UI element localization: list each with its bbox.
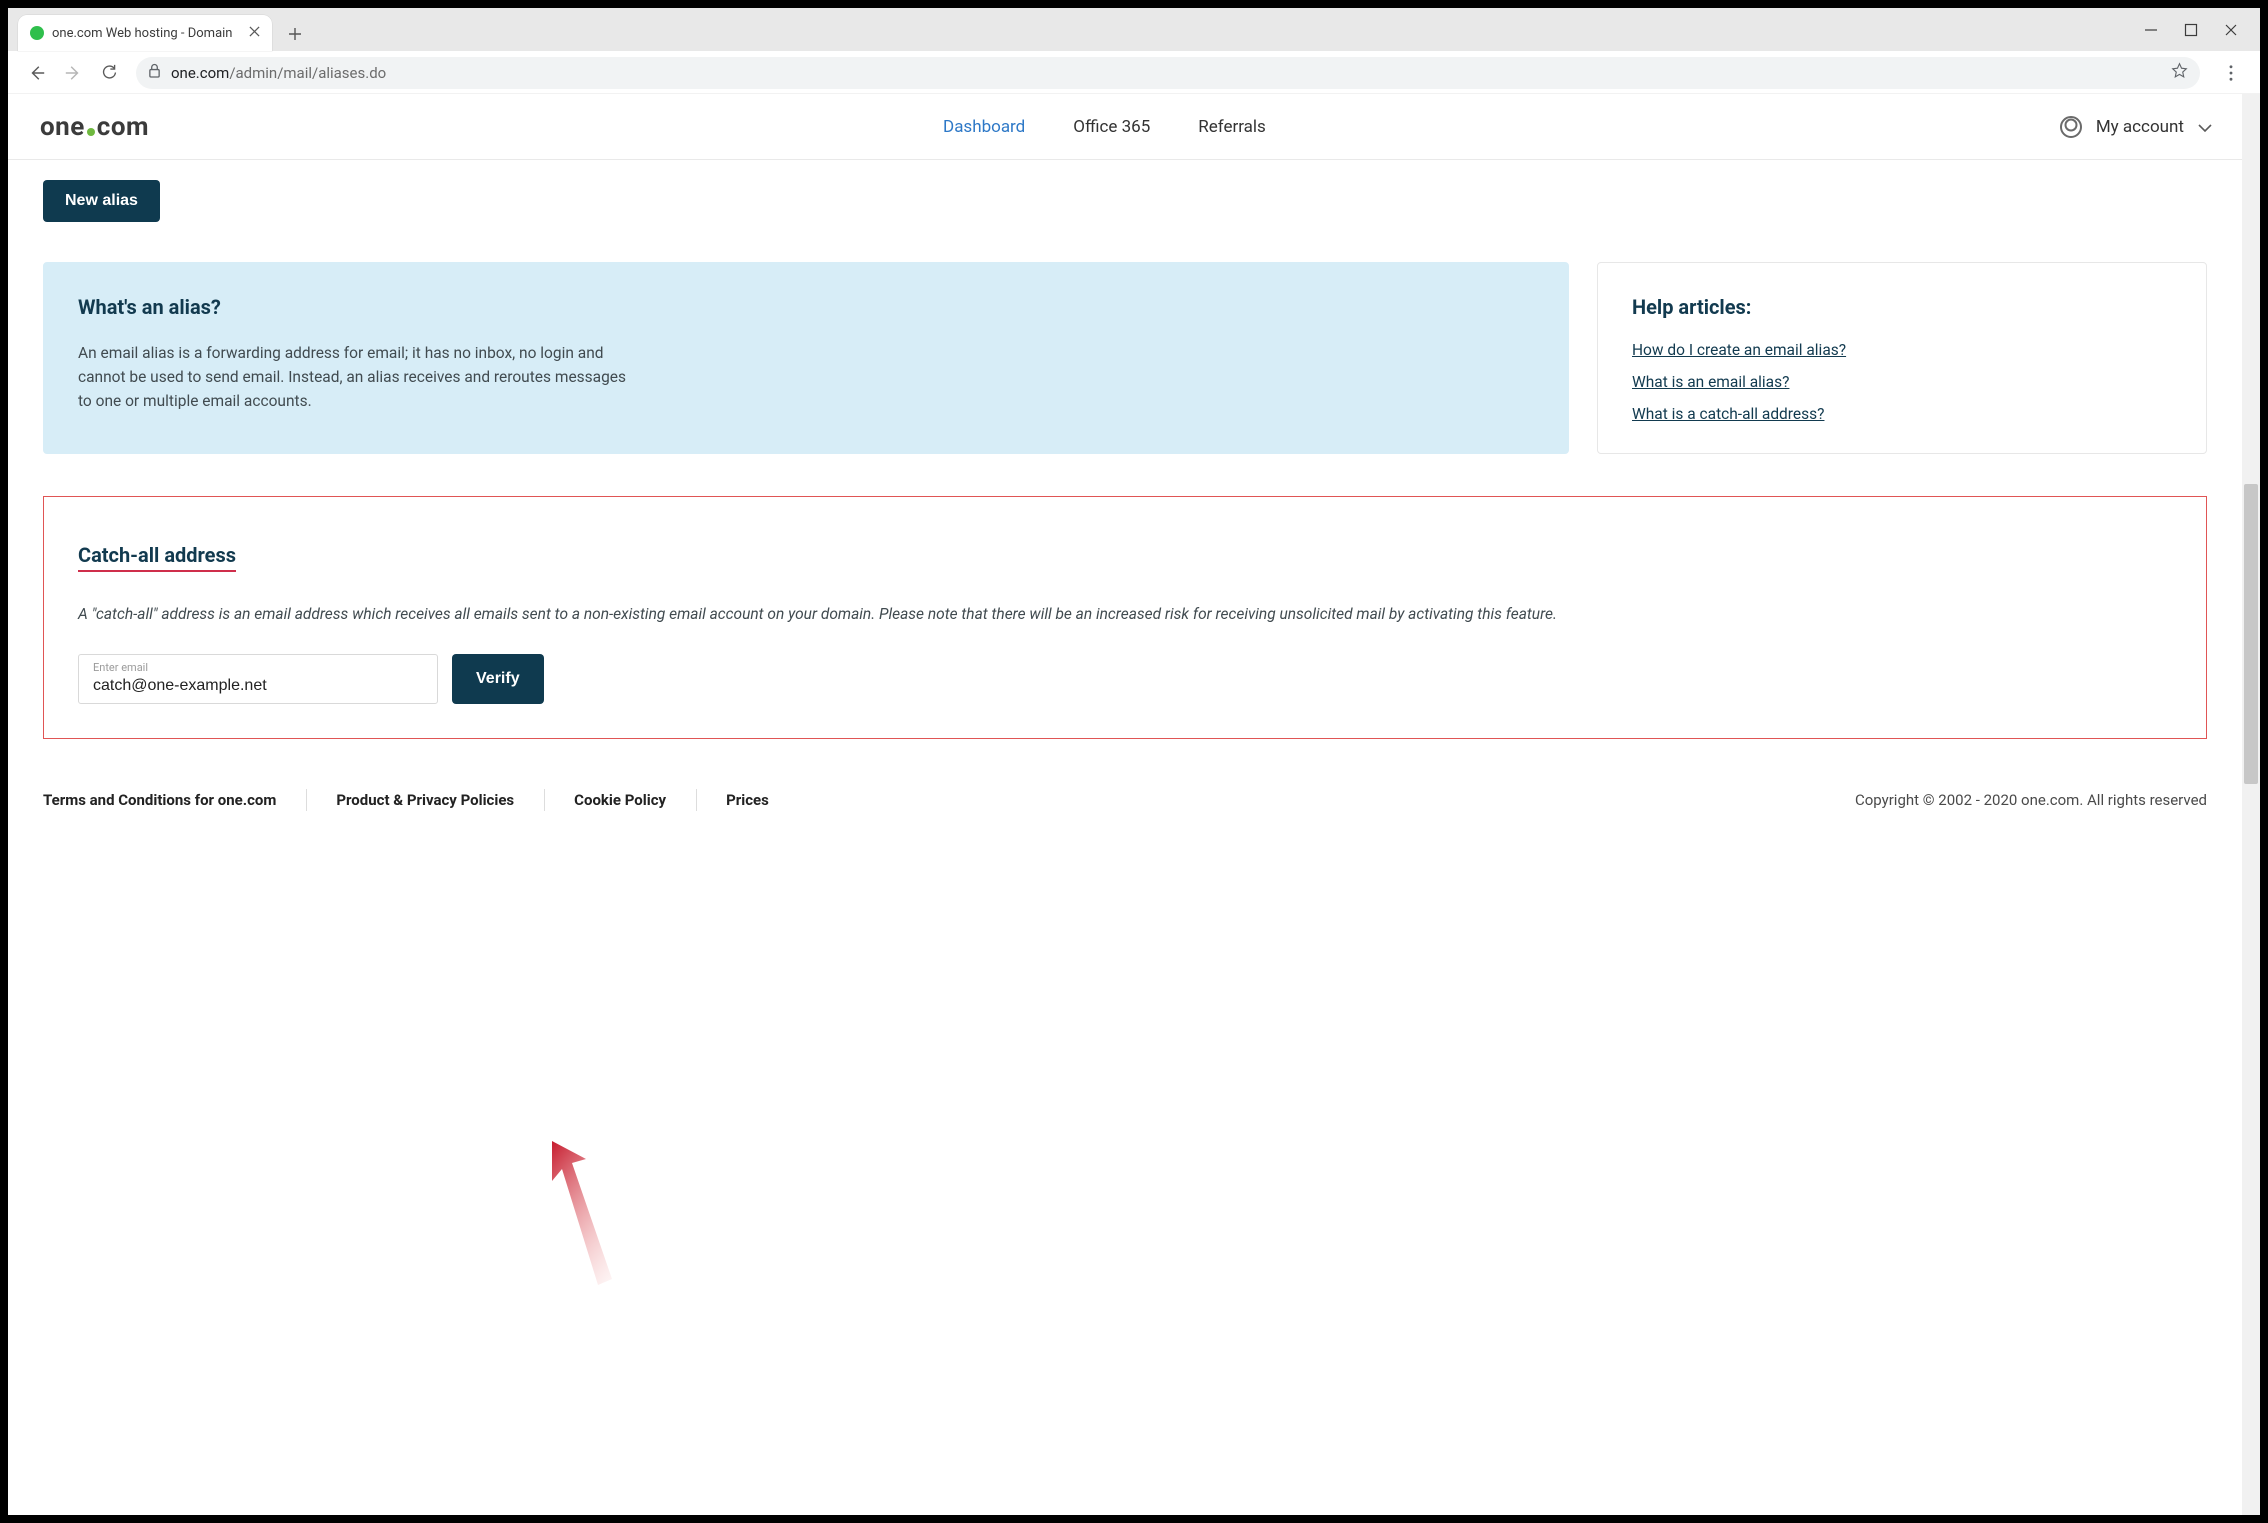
catch-all-field-label: Enter email <box>93 661 423 674</box>
tab-favicon <box>30 26 44 40</box>
nav-dashboard[interactable]: Dashboard <box>943 117 1025 137</box>
main-nav: Dashboard Office 365 Referrals <box>943 117 1266 137</box>
window-minimize-icon[interactable] <box>2144 23 2158 37</box>
tab-title: one.com Web hosting - Domain <box>52 26 241 41</box>
footer-copyright: Copyright © 2002 - 2020 one.com. All rig… <box>1855 791 2207 809</box>
catch-all-title: Catch-all address <box>78 543 236 572</box>
alias-info-card: What's an alias? An email alias is a for… <box>43 262 1569 454</box>
new-alias-button[interactable]: New alias <box>43 180 160 222</box>
url-path: /admin/mail/aliases.do <box>229 64 386 82</box>
user-icon <box>2060 116 2082 138</box>
nav-office365[interactable]: Office 365 <box>1073 117 1150 137</box>
lock-icon <box>148 63 161 82</box>
site-footer: Terms and Conditions for one.com Product… <box>38 781 2212 829</box>
footer-link-prices[interactable]: Prices <box>696 791 799 809</box>
scrollbar-track[interactable] <box>2242 94 2260 1515</box>
window-maximize-icon[interactable] <box>2184 23 2198 37</box>
nav-reload-icon[interactable] <box>94 58 124 88</box>
window-close-icon[interactable] <box>2224 23 2238 37</box>
footer-link-terms[interactable]: Terms and Conditions for one.com <box>43 791 306 809</box>
footer-link-policies[interactable]: Product & Privacy Policies <box>306 791 544 809</box>
help-link-create-alias[interactable]: How do I create an email alias? <box>1632 341 2172 359</box>
help-articles-card: Help articles: How do I create an email … <box>1597 262 2207 454</box>
account-label: My account <box>2096 117 2184 137</box>
new-tab-button[interactable] <box>278 17 312 51</box>
nav-referrals[interactable]: Referrals <box>1198 117 1266 137</box>
bookmark-star-icon[interactable] <box>2171 62 2188 83</box>
chevron-down-icon <box>2198 117 2212 137</box>
alias-info-body: An email alias is a forwarding address f… <box>78 341 638 413</box>
scrollbar-thumb[interactable] <box>2244 484 2258 784</box>
alias-info-title: What's an alias? <box>78 295 1534 319</box>
browser-titlebar: one.com Web hosting - Domain <box>8 8 2260 52</box>
browser-tab[interactable]: one.com Web hosting - Domain <box>18 15 272 51</box>
browser-menu-icon[interactable] <box>2216 58 2246 88</box>
verify-button[interactable]: Verify <box>452 654 544 704</box>
help-link-what-is-alias[interactable]: What is an email alias? <box>1632 373 2172 391</box>
catch-all-description: A "catch-all" address is an email addres… <box>78 602 2172 626</box>
logo-text-left: one <box>40 112 85 142</box>
account-menu[interactable]: My account <box>2060 116 2212 138</box>
site-logo[interactable]: onecom <box>40 112 149 142</box>
close-tab-icon[interactable] <box>249 26 260 41</box>
logo-text-right: com <box>97 112 149 142</box>
browser-toolbar: one.com/admin/mail/aliases.do <box>8 52 2260 94</box>
footer-link-cookie[interactable]: Cookie Policy <box>544 791 696 809</box>
help-link-catch-all[interactable]: What is a catch-all address? <box>1632 405 2172 423</box>
catch-all-email-field-wrap[interactable]: Enter email <box>78 654 438 704</box>
logo-dot-icon <box>87 128 95 136</box>
catch-all-email-input[interactable] <box>93 674 423 695</box>
catch-all-section: Catch-all address A "catch-all" address … <box>43 496 2207 739</box>
nav-forward-icon[interactable] <box>58 58 88 88</box>
site-header: onecom Dashboard Office 365 Referrals My… <box>8 94 2242 160</box>
nav-back-icon[interactable] <box>22 58 52 88</box>
address-bar[interactable]: one.com/admin/mail/aliases.do <box>136 57 2200 89</box>
url-host: one.com <box>171 64 229 82</box>
help-articles-title: Help articles: <box>1632 295 2172 319</box>
annotation-cursor-icon <box>550 1139 620 1289</box>
